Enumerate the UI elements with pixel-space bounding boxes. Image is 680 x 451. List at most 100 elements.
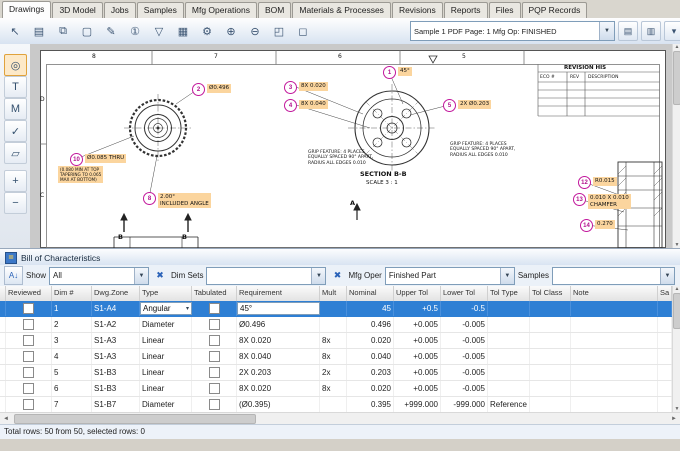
scroll-up-icon[interactable]: ▲ xyxy=(675,44,680,50)
mult-cell[interactable]: 8x xyxy=(320,381,347,396)
page-layout-button[interactable]: ▤ xyxy=(618,21,638,41)
clear-dimsets-filter-icon[interactable]: ✖ xyxy=(329,268,345,284)
tabulated-cell[interactable] xyxy=(192,333,237,348)
table-row[interactable]: 4 S1-A3 Linear 8X 0.040 8x 0.040 +0.005 … xyxy=(0,349,672,365)
tabulated-cell[interactable] xyxy=(192,317,237,332)
type-cell[interactable]: Angular xyxy=(140,302,192,315)
type-cell[interactable]: Linear xyxy=(140,349,192,364)
column-header[interactable]: Dwg.Zone xyxy=(92,286,140,301)
samples-cell[interactable] xyxy=(658,349,672,364)
page-selector-combo[interactable]: Sample 1 PDF Page: 1 Mfg Op: FINISHED ▼ xyxy=(410,21,615,41)
dim-cell[interactable]: 7 xyxy=(52,397,92,412)
select-tool-icon[interactable]: ↖ xyxy=(4,20,26,42)
mult-cell[interactable] xyxy=(320,317,347,332)
lower-tol-cell[interactable]: -0.005 xyxy=(441,349,488,364)
tol-type-cell[interactable] xyxy=(488,317,530,332)
note-cell[interactable] xyxy=(571,381,658,396)
zone-cell[interactable]: S1-B3 xyxy=(92,365,140,380)
table-row[interactable]: 1 S1-A4 Angular 45° 45 +0.5 -0.5 xyxy=(0,301,672,317)
table-row[interactable]: 5 S1-B3 Linear 2X 0.203 2x 0.203 +0.005 … xyxy=(0,365,672,381)
note-cell[interactable] xyxy=(571,397,658,412)
zone-cell[interactable]: S1-B3 xyxy=(92,381,140,396)
dim-cell[interactable]: 2 xyxy=(52,317,92,332)
scroll-up-icon[interactable]: ▲ xyxy=(675,286,680,292)
column-header[interactable]: Type xyxy=(140,286,192,301)
tabulated-cell[interactable] xyxy=(192,381,237,396)
balloon-tool-button[interactable]: ◎ xyxy=(4,54,27,76)
characteristic-balloon[interactable]: 5 2X Ø0.203 xyxy=(443,99,491,112)
zone-cell[interactable]: S1-A3 xyxy=(92,349,140,364)
page-single-button[interactable]: ▥ xyxy=(641,21,661,41)
column-header[interactable]: Reviewed xyxy=(6,286,52,301)
samples-cell[interactable] xyxy=(658,333,672,348)
chevron-down-icon[interactable]: ▼ xyxy=(599,22,614,40)
reviewed-checkbox[interactable] xyxy=(23,383,34,394)
drawing-vertical-scrollbar[interactable]: ▲ ▼ xyxy=(672,44,680,248)
mult-cell[interactable]: 2x xyxy=(320,365,347,380)
mfgop-filter-combo[interactable]: Finished Part ▼ xyxy=(385,267,515,285)
zoom-in-button[interactable]: + xyxy=(4,170,27,192)
requirement-cell[interactable]: 2X 0.203 xyxy=(237,365,320,380)
characteristic-balloon[interactable]: 14 0.270 xyxy=(580,219,615,232)
nominal-cell[interactable]: 0.020 xyxy=(347,381,394,396)
chevron-down-icon[interactable]: ▼ xyxy=(500,268,514,284)
reviewed-checkbox[interactable] xyxy=(23,399,34,410)
bom[interactable]: BOM xyxy=(258,2,291,18)
tol-type-cell[interactable]: Reference xyxy=(488,397,530,412)
type-cell[interactable]: Linear xyxy=(140,381,192,396)
tabulated-checkbox[interactable] xyxy=(209,319,220,330)
reviewed-cell[interactable] xyxy=(6,301,52,316)
tabulated-checkbox[interactable] xyxy=(209,399,220,410)
column-header[interactable]: Sa xyxy=(658,286,672,301)
zone-cell[interactable]: S1-A3 xyxy=(92,333,140,348)
tabulated-checkbox[interactable] xyxy=(209,383,220,394)
note-cell[interactable] xyxy=(571,349,658,364)
reviewed-cell[interactable] xyxy=(6,317,52,332)
samples[interactable]: Samples xyxy=(137,2,184,18)
tabulated-cell[interactable] xyxy=(192,349,237,364)
reviewed-cell[interactable] xyxy=(6,365,52,380)
column-header[interactable]: Tol Type xyxy=(488,286,530,301)
reviewed-cell[interactable] xyxy=(6,381,52,396)
tol-class-cell[interactable] xyxy=(530,397,571,412)
samples-cell[interactable] xyxy=(658,397,672,412)
zoom-in-icon[interactable]: ⊕ xyxy=(220,20,242,42)
show-filter-combo[interactable]: All ▼ xyxy=(49,267,149,285)
characteristic-balloon[interactable]: 4 8X 0.040 xyxy=(284,99,328,112)
page-menu-button[interactable]: ▾ xyxy=(664,21,680,41)
column-header[interactable]: Upper Tol xyxy=(394,286,441,301)
tol-type-cell[interactable] xyxy=(488,381,530,396)
measure-tool-button[interactable]: M xyxy=(4,98,27,120)
tabulated-cell[interactable] xyxy=(192,397,237,412)
scrollbar-thumb[interactable] xyxy=(14,414,256,424)
nominal-cell[interactable]: 0.040 xyxy=(347,349,394,364)
mult-cell[interactable] xyxy=(320,301,347,316)
chevron-down-icon[interactable]: ▼ xyxy=(660,268,674,284)
tabulated-checkbox[interactable] xyxy=(209,351,220,362)
samples-filter-combo[interactable]: ▼ xyxy=(552,267,675,285)
mult-cell[interactable]: 8x xyxy=(320,349,347,364)
table-row[interactable]: 2 S1-A2 Diameter Ø0.496 0.496 +0.005 -0.… xyxy=(0,317,672,333)
reviewed-cell[interactable] xyxy=(6,349,52,364)
characteristic-balloon[interactable]: 12 R0.015 xyxy=(578,176,617,189)
drawings[interactable]: Drawings xyxy=(2,1,51,18)
nominal-cell[interactable]: 0.203 xyxy=(347,365,394,380)
samples-cell[interactable] xyxy=(658,301,672,316)
page-icon[interactable]: ▢ xyxy=(76,20,98,42)
jobs[interactable]: Jobs xyxy=(104,2,136,18)
zone-cell[interactable]: S1-B7 xyxy=(92,397,140,412)
requirement-cell[interactable]: 8X 0.040 xyxy=(237,349,320,364)
grid-icon[interactable]: ▦ xyxy=(172,20,194,42)
type-cell[interactable]: Diameter xyxy=(140,317,192,332)
zoom-out-button[interactable]: − xyxy=(4,192,27,214)
lower-tol-cell[interactable]: -999.000 xyxy=(441,397,488,412)
dim-cell[interactable]: 3 xyxy=(52,333,92,348)
reviewed-checkbox[interactable] xyxy=(23,335,34,346)
requirement-cell[interactable]: 8X 0.020 xyxy=(237,381,320,396)
column-header[interactable]: Requirement xyxy=(237,286,320,301)
print-icon[interactable]: ▤ xyxy=(28,20,50,42)
zoom-out-icon[interactable]: ⊖ xyxy=(244,20,266,42)
requirement-cell[interactable]: (Ø0.395) xyxy=(237,397,320,412)
nominal-cell[interactable]: 0.395 xyxy=(347,397,394,412)
column-header[interactable]: Tol Class xyxy=(530,286,571,301)
